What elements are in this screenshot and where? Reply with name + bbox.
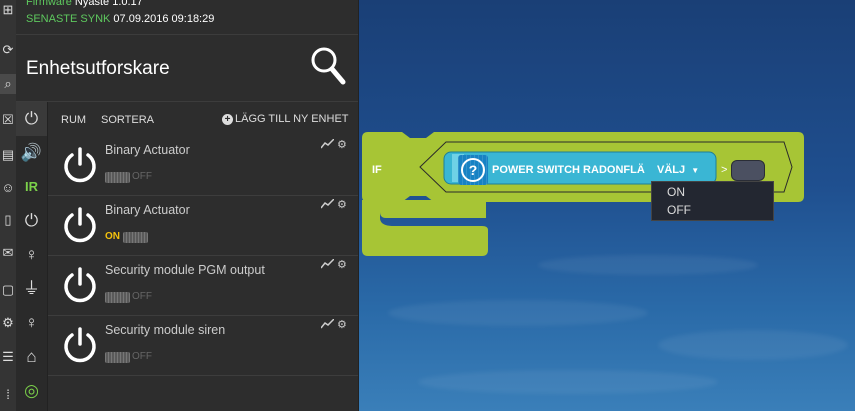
gear-icon[interactable]: ⚙ (0, 313, 16, 333)
user-icon[interactable]: ☺ (0, 178, 16, 198)
toggle-knob (123, 231, 148, 243)
toggle-state: OFF (132, 291, 152, 302)
value-slot[interactable] (731, 160, 765, 181)
menu-item-on[interactable]: ON (667, 185, 685, 199)
add-device-button[interactable]: + LÄGG TILL NY ENHET (222, 113, 349, 125)
chart-icon[interactable] (321, 139, 334, 149)
chart-icon[interactable] (321, 319, 334, 329)
sync-label: SENASTE SYNK (26, 13, 111, 25)
search-icon[interactable]: ⌕ (0, 74, 16, 94)
dropdown-menu: ON OFF (651, 181, 774, 221)
question-icon: ? (458, 155, 488, 185)
zip-icon[interactable]: ⊞ (0, 0, 16, 20)
speaker-icon[interactable]: 🔊 (16, 136, 47, 170)
menu-item-off[interactable]: OFF (667, 203, 691, 217)
firmware-line: Firmware Nyaste 1.0.17 (26, 0, 143, 8)
operator-label: > (721, 164, 728, 176)
device-row[interactable]: Security module PGM output ⚙ OFF (48, 255, 358, 316)
toggle-switch[interactable]: ON (105, 231, 148, 243)
power-icon[interactable] (62, 326, 98, 364)
close-box-icon[interactable]: ☒ (0, 110, 16, 130)
sort-button[interactable]: SORTERA (101, 114, 154, 126)
select-dropdown[interactable]: VÄLJ ▼ (657, 164, 699, 176)
firmware-label: Firmware (26, 0, 72, 8)
toggle-state: ON (105, 231, 120, 242)
if-label: IF (372, 164, 382, 176)
device-name: Security module PGM output (105, 263, 265, 277)
add-device-label: LÄGG TILL NY ENHET (235, 113, 349, 125)
device-row[interactable]: Security module siren ⚙ OFF (48, 315, 358, 376)
device-name: Security module siren (105, 323, 226, 337)
search-icon[interactable] (310, 46, 346, 86)
siren-icon[interactable]: ⌂ (16, 340, 47, 374)
plus-icon: + (222, 114, 233, 125)
sync-line: SENASTE SYNK 07.09.2016 09:18:29 (26, 13, 214, 25)
chart-icon[interactable] (321, 259, 334, 269)
ir-icon[interactable]: IR (16, 170, 47, 204)
power-icon[interactable]: ⏻ (16, 204, 47, 238)
refresh-icon[interactable]: ⟳ (0, 40, 16, 60)
divider (16, 101, 358, 102)
divider (16, 34, 358, 35)
if-block-body (362, 200, 488, 256)
mail-icon[interactable]: ✉ (0, 243, 16, 263)
toggle-knob (105, 291, 130, 303)
gear-icon[interactable]: ⚙ (337, 198, 347, 211)
toggle-switch[interactable]: OFF (105, 171, 152, 183)
power-icon[interactable] (62, 206, 98, 244)
room-filter[interactable]: RUM (61, 114, 86, 126)
device-row[interactable]: Binary Actuator ⚙ ON (48, 195, 358, 256)
device-name: Binary Actuator (105, 203, 190, 217)
device-name: Binary Actuator (105, 143, 190, 157)
doc-icon[interactable]: ▯ (0, 210, 16, 230)
condition-label: POWER SWITCH RADONFLÄ (492, 164, 645, 176)
caret-down-icon: ▼ (691, 166, 700, 175)
power-icon[interactable] (62, 146, 98, 184)
toggle-switch[interactable]: OFF (105, 291, 152, 303)
bulb-icon[interactable]: ♀ (16, 306, 47, 340)
chart-icon[interactable] (321, 199, 334, 209)
plug-icon[interactable]: ⏚ (16, 272, 47, 306)
bulb-icon[interactable]: ♀ (16, 238, 47, 272)
list-icon[interactable]: ☰ (0, 347, 16, 367)
sync-value: 07.09.2016 09:18:29 (113, 13, 215, 25)
category-column: ⏻ 🔊 IR ⏻ ♀ ⏚ ♀ ⌂ ◎ (16, 102, 48, 411)
vertical-text-icon[interactable]: ⁞ (0, 385, 16, 405)
gear-icon[interactable]: ⚙ (337, 138, 347, 151)
clapper-icon[interactable]: ▤ (0, 145, 16, 165)
gear-icon[interactable]: ⚙ (337, 258, 347, 271)
left-rail: ⊞ ⟳ ⌕ ☒ ▤ ☺ ▯ ✉ ▢ ⚙ ☰ ⁞ (0, 0, 16, 411)
select-label: VÄLJ (657, 164, 686, 176)
page-title: Enhetsutforskare (26, 58, 170, 79)
firmware-value: Nyaste 1.0.17 (74, 0, 143, 8)
gauge-icon[interactable]: ◎ (16, 374, 47, 408)
toggle-state: OFF (132, 171, 152, 182)
toggle-knob (105, 171, 130, 183)
power-icon[interactable] (62, 266, 98, 304)
toggle-state: OFF (132, 351, 152, 362)
toggle-switch[interactable]: OFF (105, 351, 152, 363)
power-icon[interactable]: ⏻ (16, 102, 47, 136)
toggle-knob (105, 351, 130, 363)
folder-icon[interactable]: ▢ (0, 280, 16, 300)
gear-icon[interactable]: ⚙ (337, 318, 347, 331)
device-row[interactable]: Binary Actuator ⚙ OFF (48, 135, 358, 196)
